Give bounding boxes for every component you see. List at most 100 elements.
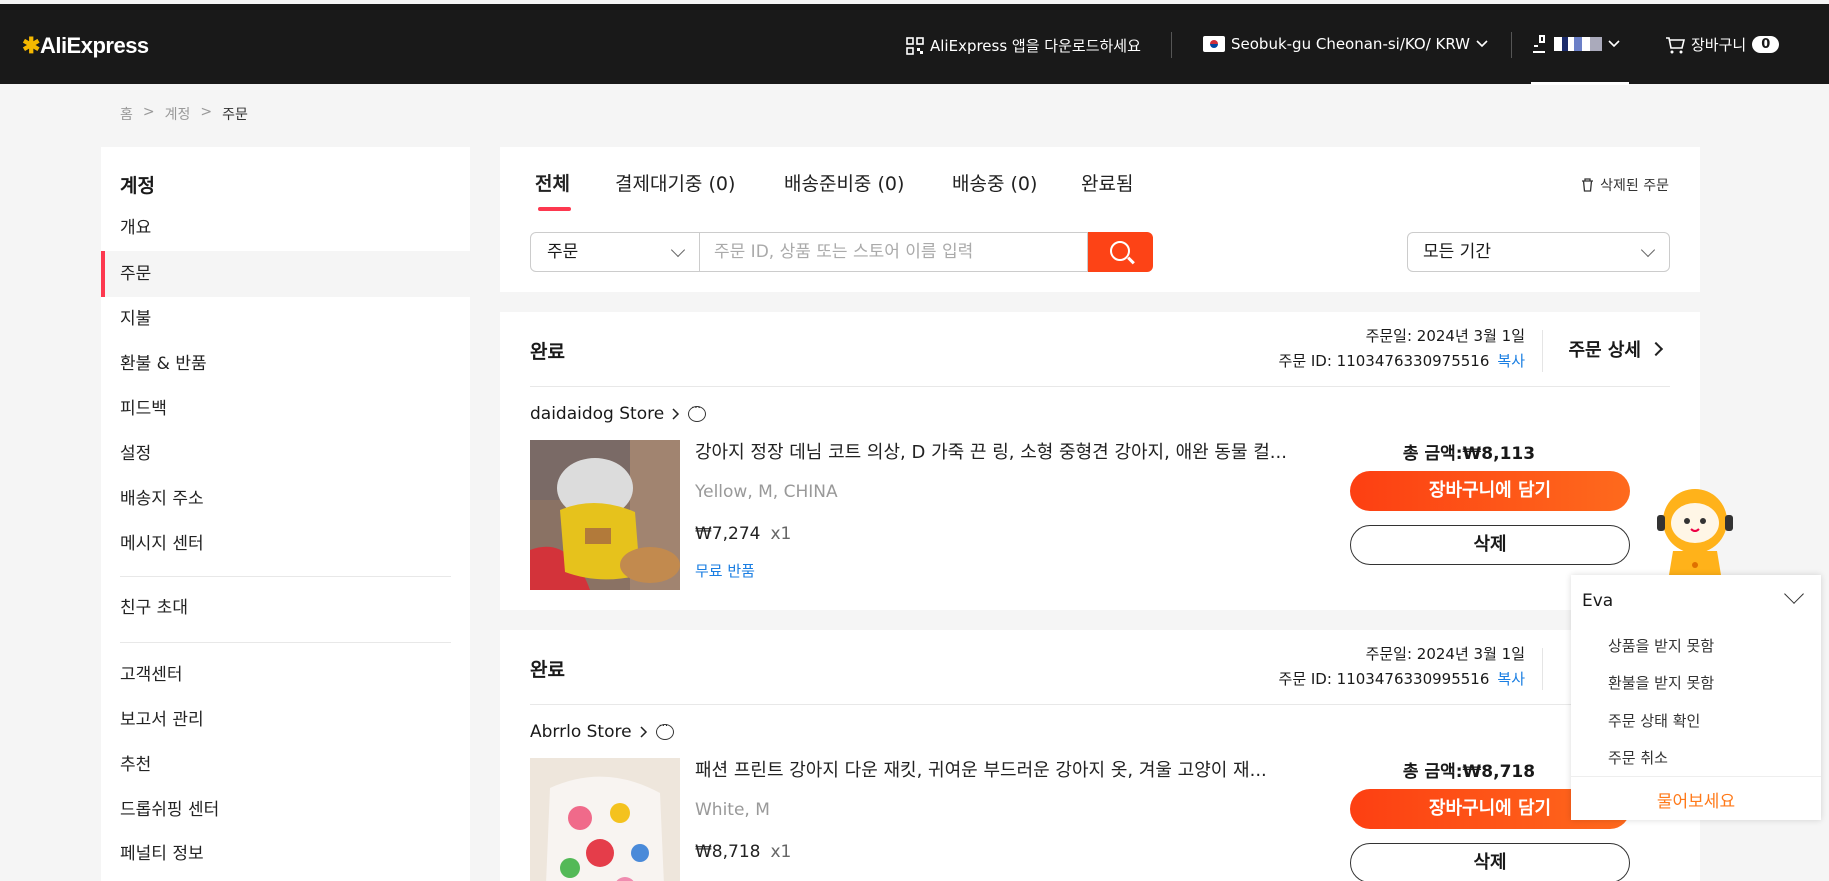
search-type-value: 주문: [547, 242, 579, 262]
order-details-label: 주문 상세: [1568, 340, 1641, 361]
sidebar-item-orders[interactable]: 주문: [101, 251, 470, 297]
delete-order-button[interactable]: 삭제: [1350, 843, 1630, 881]
period-value: 모든 기간: [1423, 242, 1491, 262]
breadcrumb: 홈 > 계정 > 주문: [120, 104, 248, 124]
top-nav-bar: ✱AliExpress AliExpress 앱을 다운로드하세요 Seobuk…: [0, 4, 1829, 85]
copy-order-id-button[interactable]: 복사: [1497, 670, 1525, 688]
app-download-link[interactable]: AliExpress 앱을 다운로드하세요: [906, 35, 1141, 56]
chevron-down-icon: [670, 242, 686, 258]
divider: [1571, 776, 1821, 777]
order-id: 주문 ID: 1103476330995516: [1278, 670, 1490, 688]
product-price: ₩8,718: [695, 842, 761, 862]
tab-all[interactable]: 전체: [535, 169, 570, 196]
divider: [1542, 648, 1543, 690]
product-sku: White, M: [695, 800, 770, 820]
breadcrumb-separator: >: [142, 104, 155, 120]
sidebar-item-penalty-info[interactable]: 페널티 정보: [101, 831, 470, 877]
sidebar-item-payment[interactable]: 지불: [101, 296, 470, 342]
product-price: ₩7,274: [695, 524, 761, 544]
cart-icon: [1666, 36, 1685, 53]
locale-selector[interactable]: Seobuk-gu Cheonan-si/KO/ KRW: [1203, 35, 1488, 53]
order-date: 주문일: 2024년 3월 1일: [1365, 327, 1525, 345]
sidebar-item-settings[interactable]: 설정: [101, 431, 470, 477]
sidebar-item-dropshipping-center[interactable]: 드롭쉬핑 센터: [101, 787, 470, 833]
order-card: 완료 주문일: 2024년 3월 1일 주문 ID: 1103476330975…: [500, 312, 1700, 610]
user-avatar-blurred: [1554, 37, 1602, 51]
cart-label: 장바구니: [1691, 36, 1747, 54]
sidebar-item-help-center[interactable]: 고객센터: [101, 652, 470, 698]
sidebar-item-overview[interactable]: 개요: [101, 205, 470, 251]
collapse-chevron-icon[interactable]: [1784, 584, 1804, 604]
order-details-link[interactable]: 주문 상세: [1568, 336, 1664, 362]
chevron-down-icon: [1608, 40, 1620, 48]
sidebar-item-invite-friends[interactable]: 친구 초대: [101, 585, 470, 631]
copy-order-id-button[interactable]: 복사: [1497, 352, 1525, 370]
product-price-row: ₩7,274 x1: [695, 524, 791, 544]
sidebar-item-message-center[interactable]: 메시지 센터: [101, 521, 470, 567]
sidebar-item-feedback[interactable]: 피드백: [101, 386, 470, 432]
store-link[interactable]: daidaidog Store: [530, 403, 707, 424]
search-type-select[interactable]: 주문: [530, 232, 700, 272]
account-sidebar: 계정 개요 주문 지불 환불 & 반품 피드백 설정 배송지 주소 메시지 센터…: [101, 147, 470, 881]
sidebar-item-report-management[interactable]: 보고서 관리: [101, 697, 470, 743]
store-name: daidaidog Store: [530, 404, 665, 424]
quick-question-cancel-order[interactable]: 주문 취소: [1608, 747, 1668, 768]
divider: [1511, 32, 1512, 58]
sidebar-item-recommendations[interactable]: 추천: [101, 742, 470, 788]
order-date: 주문일: 2024년 3월 1일: [1365, 645, 1525, 663]
deleted-orders-link[interactable]: 삭제된 주문: [1581, 175, 1669, 195]
breadcrumb-separator: >: [200, 104, 213, 120]
quick-question-order-status[interactable]: 주문 상태 확인: [1608, 710, 1700, 731]
app-download-label: AliExpress 앱을 다운로드하세요: [930, 37, 1141, 55]
order-card: 완료 주문일: 2024년 3월 1일 주문 ID: 1103476330995…: [500, 630, 1700, 881]
delete-order-button[interactable]: 삭제: [1350, 525, 1630, 565]
active-tab-indicator: [538, 207, 571, 211]
assistant-name: Eva: [1582, 591, 1614, 611]
tab-shipping[interactable]: 배송중 (0): [952, 169, 1037, 196]
chat-store-icon[interactable]: [688, 403, 707, 422]
assistant-robot-icon[interactable]: [1655, 485, 1735, 575]
assistant-chat-panel: Eva 상품을 받지 못함 환불을 받지 못함 주문 상태 확인 주문 취소 물…: [1571, 575, 1821, 820]
tab-preparing[interactable]: 배송준비중 (0): [784, 169, 904, 196]
tab-pending-payment[interactable]: 결제대기중 (0): [615, 169, 735, 196]
quick-question-no-refund[interactable]: 환불을 받지 못함: [1608, 672, 1714, 693]
period-select[interactable]: 모든 기간: [1407, 232, 1670, 272]
account-menu[interactable]: [1530, 34, 1620, 54]
breadcrumb-account[interactable]: 계정: [165, 104, 191, 124]
locale-label: Seobuk-gu Cheonan-si/KO/ KRW: [1231, 35, 1471, 53]
divider: [1171, 32, 1172, 58]
ask-button[interactable]: 물어보세요: [1571, 787, 1821, 812]
store-link[interactable]: Abrrlo Store: [530, 721, 674, 742]
sidebar-item-refund-return[interactable]: 환불 & 반품: [101, 341, 470, 387]
tab-completed[interactable]: 완료됨: [1081, 169, 1133, 196]
chevron-down-icon: [1640, 242, 1656, 258]
sidebar-title: 계정: [120, 175, 155, 197]
free-return-badge[interactable]: 무료 반품: [695, 560, 755, 581]
qr-code-icon: [906, 36, 924, 55]
order-status: 완료: [530, 659, 565, 681]
search-button[interactable]: [1088, 232, 1153, 272]
chevron-right-icon: [640, 726, 647, 738]
breadcrumb-home[interactable]: 홈: [120, 104, 133, 124]
product-image[interactable]: [530, 758, 680, 881]
quick-question-not-received[interactable]: 상품을 받지 못함: [1608, 635, 1714, 656]
chat-store-icon[interactable]: [655, 721, 674, 740]
korea-flag-icon: [1203, 36, 1225, 52]
divider: [530, 386, 1670, 387]
order-search-input[interactable]: [700, 232, 1088, 272]
aliexpress-logo[interactable]: ✱AliExpress: [22, 33, 149, 59]
order-id: 주문 ID: 1103476330975516: [1278, 352, 1490, 370]
product-name[interactable]: 강아지 정장 데님 코트 의상, D 가죽 끈 링, 소형 중형견 강아지, 애…: [695, 438, 1287, 464]
product-sku: Yellow, M, CHINA: [695, 482, 838, 502]
cart-button[interactable]: 장바구니 0: [1665, 34, 1780, 55]
deleted-orders-label: 삭제된 주문: [1600, 178, 1669, 194]
product-image[interactable]: [530, 440, 680, 590]
chevron-down-icon: [1476, 40, 1488, 48]
store-name: Abrrlo Store: [530, 722, 632, 742]
trash-icon: [1582, 178, 1594, 192]
sidebar-item-shipping-address[interactable]: 배송지 주소: [101, 476, 470, 522]
sidebar-divider: [120, 642, 451, 643]
order-status: 완료: [530, 341, 565, 363]
add-to-cart-button[interactable]: 장바구니에 담기: [1350, 471, 1630, 511]
product-name[interactable]: 패션 프린트 강아지 다운 재킷, 귀여운 부드러운 강아지 옷, 겨울 고양이…: [695, 756, 1267, 782]
